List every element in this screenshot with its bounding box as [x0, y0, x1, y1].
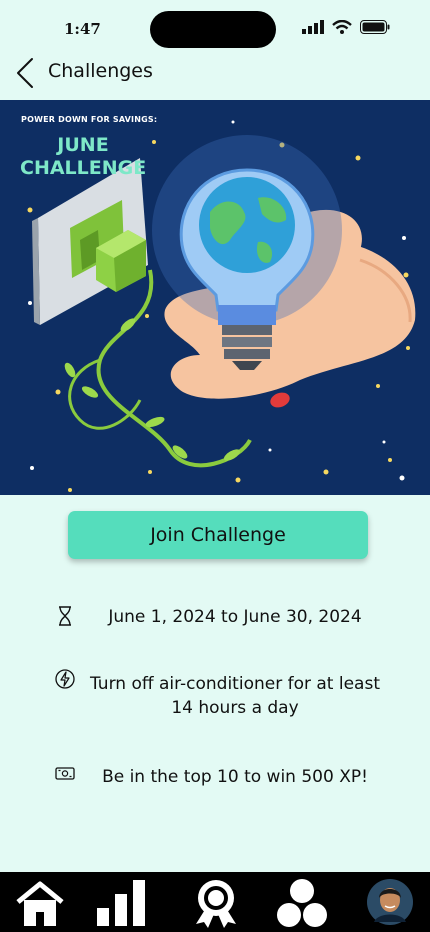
banner-title-line1: JUNE — [57, 134, 109, 156]
community-icon — [277, 879, 327, 927]
home-icon — [16, 881, 64, 926]
challenge-reward: Be in the top 10 to win 500 XP! — [102, 767, 368, 787]
banner-tagline: POWER DOWN FOR SAVINGS: — [21, 115, 158, 124]
chevron-left-icon — [17, 58, 33, 88]
back-button[interactable] — [14, 56, 38, 90]
cash-icon — [55, 767, 75, 780]
banner-title-line2: CHALLENGE — [20, 157, 147, 179]
nav-leaderboard[interactable] — [92, 878, 152, 928]
dynamic-island — [150, 11, 276, 48]
detail-dates: June 1, 2024 to June 30, 2024 — [0, 605, 430, 635]
challenge-task: Turn off air-conditioner for at least 14… — [90, 674, 380, 718]
challenge-banner: POWER DOWN FOR SAVINGS: JUNE CHALLENGE — [0, 100, 430, 495]
detail-task: Turn off air-conditioner for at least 14… — [0, 668, 430, 720]
badge-icon — [196, 880, 236, 928]
leaderboard-icon — [97, 880, 145, 926]
join-challenge-button[interactable]: Join Challenge — [68, 511, 368, 559]
bottom-nav — [0, 872, 430, 932]
hourglass-icon — [59, 606, 71, 626]
signal-icon — [302, 20, 324, 34]
challenge-dates: June 1, 2024 to June 30, 2024 — [108, 607, 362, 627]
profile-avatar — [367, 879, 413, 925]
wifi-icon — [332, 20, 352, 34]
nav-challenges[interactable] — [186, 878, 246, 928]
battery-icon — [360, 20, 390, 34]
status-time: 1:47 — [64, 20, 101, 38]
nav-community[interactable] — [272, 878, 332, 928]
page-title: Challenges — [48, 60, 153, 82]
lightning-icon — [55, 669, 75, 689]
nav-home[interactable] — [10, 878, 70, 928]
status-icons — [302, 20, 390, 34]
nav-profile[interactable] — [366, 878, 414, 928]
detail-reward: Be in the top 10 to win 500 XP! — [0, 762, 430, 792]
page-header: Challenges — [0, 50, 430, 96]
